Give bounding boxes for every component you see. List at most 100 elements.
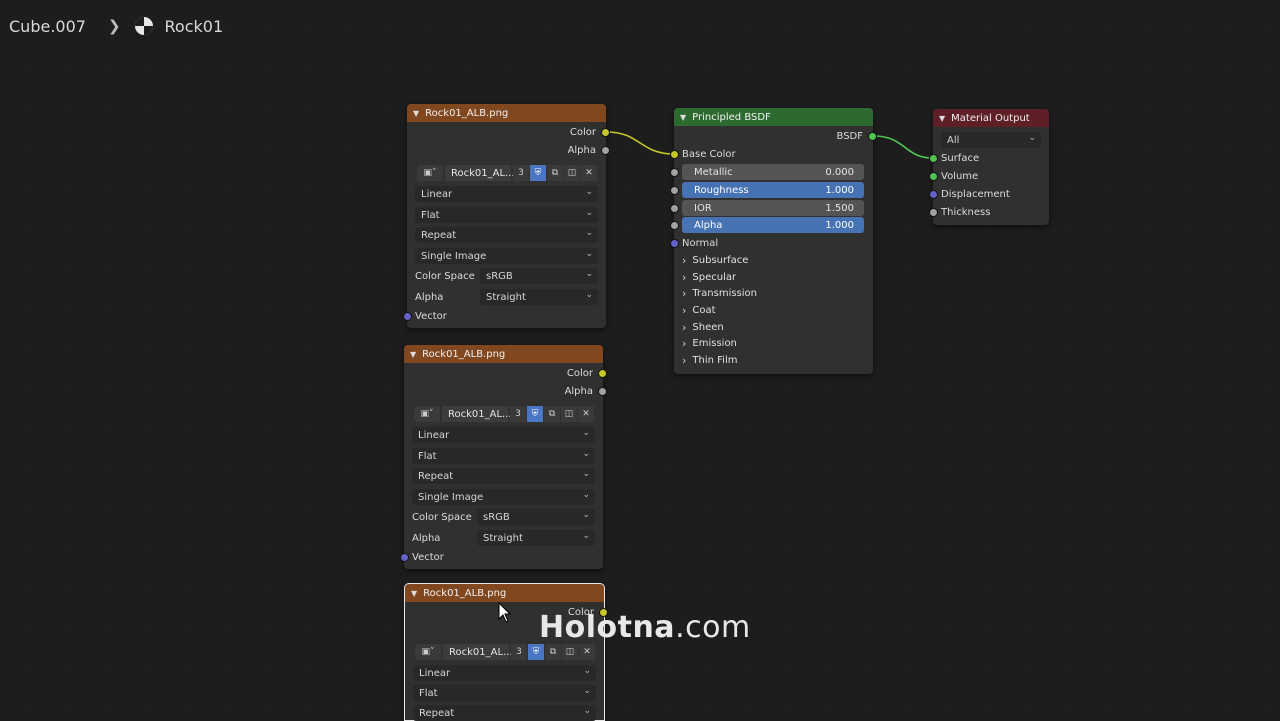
chevron-down-icon: ⌄	[582, 490, 590, 500]
panel-label: Subsurface	[692, 254, 749, 266]
open-folder-icon[interactable]: ◫	[564, 165, 580, 181]
extension-dropdown[interactable]: Repeat ⌄	[412, 468, 595, 484]
alpha-mode-dropdown[interactable]: Straight ⌄	[480, 289, 598, 305]
alpha-field[interactable]: Alpha 1.000	[682, 217, 864, 233]
input-surface-socket[interactable]	[929, 154, 938, 163]
breadcrumb-object[interactable]: Cube.007	[9, 17, 86, 36]
chevron-down-icon: ⌄	[583, 686, 591, 696]
ior-field[interactable]: IOR 1.500	[682, 200, 864, 216]
panel-subsurface[interactable]: › Subsurface	[682, 252, 748, 268]
image-name[interactable]: Rock01_AL...	[442, 406, 512, 422]
metallic-field[interactable]: Metallic 0.000	[682, 164, 864, 180]
interpolation-dropdown[interactable]: Linear ⌄	[415, 186, 598, 202]
projection-dropdown[interactable]: Flat ⌄	[412, 448, 595, 464]
output-color-socket[interactable]	[601, 128, 610, 137]
collapse-chevron-icon[interactable]: ▼	[413, 109, 419, 118]
panel-emission[interactable]: › Emission	[682, 335, 737, 351]
node-header[interactable]: ▼ Rock01_ALB.png	[407, 104, 606, 122]
dropdown-value: sRGB	[486, 270, 513, 282]
output-bsdf-socket[interactable]	[868, 132, 877, 141]
input-ior-socket[interactable]	[670, 204, 679, 213]
image-users-count[interactable]: 3	[511, 644, 527, 660]
close-icon[interactable]: ✕	[581, 165, 597, 181]
extension-dropdown[interactable]: Repeat ⌄	[415, 227, 598, 243]
collapse-chevron-icon[interactable]: ▼	[939, 114, 945, 123]
input-base-color-socket[interactable]	[670, 150, 679, 159]
chevron-right-icon: ›	[682, 286, 687, 300]
color-space-dropdown[interactable]: sRGB ⌄	[477, 509, 595, 525]
image-users-count[interactable]: 3	[513, 165, 529, 181]
collapse-chevron-icon[interactable]: ▼	[411, 589, 417, 598]
fake-user-shield-icon[interactable]: ⛨	[528, 644, 544, 660]
extension-dropdown[interactable]: Repeat ⌄	[413, 705, 596, 721]
output-alpha-socket[interactable]	[601, 146, 610, 155]
color-space-dropdown[interactable]: sRGB ⌄	[480, 268, 598, 284]
close-icon[interactable]: ✕	[579, 644, 595, 660]
node-title: Material Output	[951, 112, 1030, 124]
input-displacement-label: Displacement	[941, 188, 1010, 200]
image-texture-node-2[interactable]: ▼ Rock01_ALB.png Color Alpha ▣˅ Rock01_A…	[400, 345, 607, 569]
watermark: Holotna.com	[539, 610, 751, 645]
dropdown-value: Single Image	[421, 250, 487, 262]
alpha-mode-dropdown[interactable]: Straight ⌄	[477, 530, 595, 546]
dropdown-value: Repeat	[418, 470, 454, 482]
target-dropdown[interactable]: All ⌄	[941, 132, 1041, 148]
fake-user-shield-icon[interactable]: ⛨	[527, 406, 543, 422]
input-displacement-socket[interactable]	[929, 190, 938, 199]
panel-label: Coat	[692, 304, 716, 316]
image-texture-node-1[interactable]: ▼ Rock01_ALB.png Color Alpha ▣˅ Rock01_A…	[403, 104, 610, 328]
node-header[interactable]: ▼ Principled BSDF	[674, 108, 873, 126]
node-header[interactable]: ▼ Rock01_ALB.png	[404, 345, 603, 363]
breadcrumb-material[interactable]: Rock01	[165, 17, 224, 36]
source-dropdown[interactable]: Single Image ⌄	[412, 489, 595, 505]
roughness-field[interactable]: Roughness 1.000	[682, 182, 864, 198]
input-vector-socket[interactable]	[400, 553, 409, 562]
duplicate-icon[interactable]: ⧉	[547, 165, 563, 181]
fake-user-shield-icon[interactable]: ⛨	[530, 165, 546, 181]
projection-dropdown[interactable]: Flat ⌄	[413, 685, 596, 701]
color-space-label: Color Space	[412, 511, 472, 523]
collapse-chevron-icon[interactable]: ▼	[680, 113, 686, 122]
open-folder-icon[interactable]: ◫	[562, 644, 578, 660]
panel-transmission[interactable]: › Transmission	[682, 285, 757, 301]
node-title: Rock01_ALB.png	[422, 348, 506, 360]
image-users-count[interactable]: 3	[510, 406, 526, 422]
panel-sheen[interactable]: › Sheen	[682, 319, 724, 335]
input-thickness-socket[interactable]	[929, 208, 938, 217]
input-roughness-socket[interactable]	[670, 186, 679, 195]
image-name[interactable]: Rock01_AL...	[443, 644, 513, 660]
principled-bsdf-node[interactable]: ▼ Principled BSDF BSDF Base Color Metall…	[670, 108, 877, 374]
image-browse-icon[interactable]: ▣˅	[417, 165, 443, 181]
chevron-right-icon: ›	[682, 336, 687, 350]
panel-specular[interactable]: › Specular	[682, 269, 736, 285]
close-icon[interactable]: ✕	[578, 406, 594, 422]
panel-thin-film[interactable]: › Thin Film	[682, 352, 737, 368]
input-vector-socket[interactable]	[403, 312, 412, 321]
interpolation-dropdown[interactable]: Linear ⌄	[412, 427, 595, 443]
source-dropdown[interactable]: Single Image ⌄	[415, 248, 598, 264]
panel-coat[interactable]: › Coat	[682, 302, 716, 318]
output-alpha-socket[interactable]	[598, 387, 607, 396]
input-alpha-socket[interactable]	[670, 221, 679, 230]
projection-dropdown[interactable]: Flat ⌄	[415, 207, 598, 223]
image-browse-icon[interactable]: ▣˅	[414, 406, 440, 422]
collapse-chevron-icon[interactable]: ▼	[410, 350, 416, 359]
input-volume-socket[interactable]	[929, 172, 938, 181]
output-color-label: Color	[566, 367, 593, 379]
chevron-down-icon: ⌄	[582, 531, 590, 541]
duplicate-icon[interactable]: ⧉	[545, 644, 561, 660]
interpolation-dropdown[interactable]: Linear ⌄	[413, 665, 596, 681]
chevron-down-icon: ⌄	[582, 469, 590, 479]
node-header[interactable]: ▼ Rock01_ALB.png	[405, 584, 604, 602]
input-metallic-socket[interactable]	[670, 168, 679, 177]
input-normal-socket[interactable]	[670, 239, 679, 248]
material-output-node[interactable]: ▼ Material Output All ⌄ Surface Volume Di…	[929, 109, 1049, 225]
open-folder-icon[interactable]: ◫	[561, 406, 577, 422]
duplicate-icon[interactable]: ⧉	[544, 406, 560, 422]
panel-label: Transmission	[692, 287, 758, 299]
image-browse-icon[interactable]: ▣˅	[415, 644, 441, 660]
node-header[interactable]: ▼ Material Output	[933, 109, 1049, 127]
output-color-socket[interactable]	[598, 369, 607, 378]
output-alpha-label: Alpha	[567, 144, 596, 156]
image-name[interactable]: Rock01_AL...	[445, 165, 515, 181]
